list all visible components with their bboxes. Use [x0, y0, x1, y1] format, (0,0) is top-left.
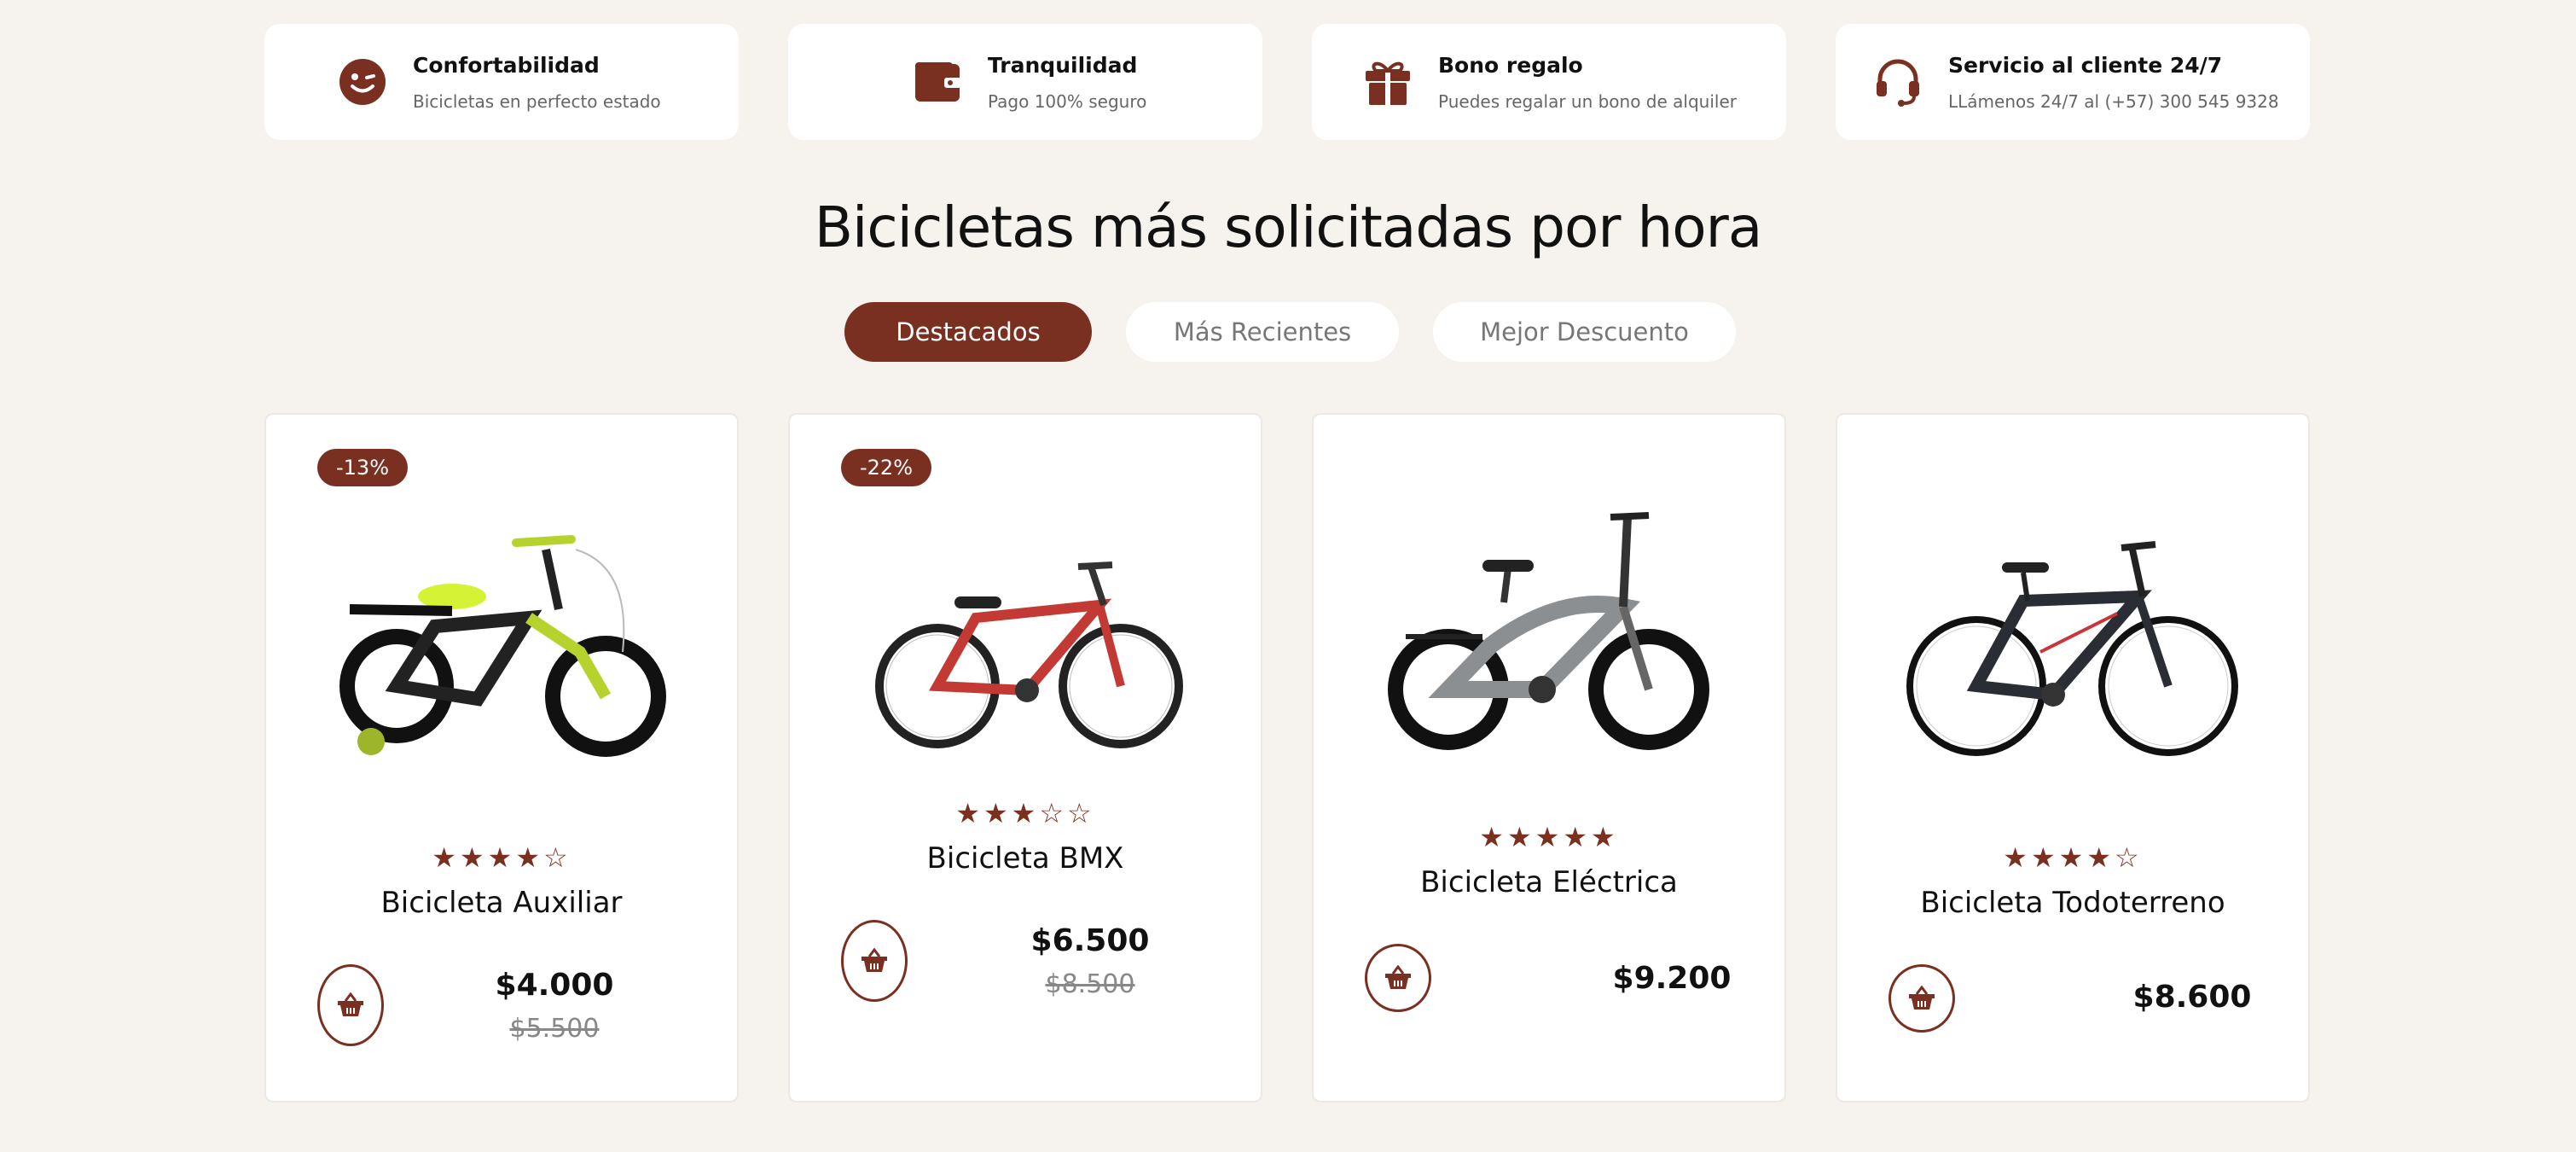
product-price: $4.000: [495, 968, 614, 1003]
feature-subtitle: Puedes regalar un bono de alquiler: [1438, 90, 1737, 112]
feature-title: Tranquilidad: [988, 52, 1138, 78]
feature-subtitle: Bicicletas en perfecto estado: [413, 90, 661, 112]
add-to-cart-button[interactable]: [317, 964, 384, 1046]
filter-tabs: Destacados Más Recientes Mejor Descuento: [844, 302, 1736, 362]
product-grid: -13% ★★★★☆ Bicicleta Auxiliar $4.000 $5.…: [264, 413, 2310, 1103]
basket-icon: [1909, 986, 1935, 1009]
feature-card: Confortabilidad Bicicletas en perfecto e…: [264, 24, 739, 140]
product-card[interactable]: -22% ★★★☆☆ Bicicleta BMX $6.500 $8.500: [788, 413, 1262, 1103]
product-image[interactable]: [1380, 500, 1721, 773]
headset-icon: [1871, 55, 1924, 108]
feature-card: Bono regalo Puedes regalar un bono de al…: [1312, 24, 1786, 140]
feature-card: Servicio al cliente 24/7 LLámenos 24/7 a…: [1836, 24, 2310, 140]
product-price: $8.600: [2132, 980, 2252, 1015]
features-bar: Confortabilidad Bicicletas en perfecto e…: [264, 24, 2310, 140]
feature-card: Tranquilidad Pago 100% seguro: [788, 24, 1262, 140]
product-price: $6.500: [1030, 923, 1150, 958]
product-old-price: $8.500: [1045, 969, 1135, 999]
product-name[interactable]: Bicicleta Todoterreno: [1837, 886, 2308, 920]
basket-icon: [862, 948, 887, 972]
discount-badge: -22%: [841, 449, 932, 486]
tab-mejor-descuento[interactable]: Mejor Descuento: [1433, 302, 1736, 362]
feature-subtitle: Pago 100% seguro: [988, 90, 1147, 112]
basket-icon: [338, 992, 363, 1016]
product-old-price: $5.500: [509, 1014, 600, 1044]
tab-mas-recientes[interactable]: Más Recientes: [1126, 302, 1399, 362]
rating-stars: ★★★★★: [1479, 821, 1619, 853]
wallet-icon: [911, 55, 964, 108]
product-image[interactable]: [1904, 515, 2245, 788]
feature-title: Confortabilidad: [413, 52, 600, 78]
smiley-wink-icon: [336, 55, 389, 108]
product-name[interactable]: Bicicleta Eléctrica: [1314, 865, 1784, 899]
product-name[interactable]: Bicicleta BMX: [790, 841, 1261, 876]
rating-stars: ★★★★☆: [432, 841, 571, 874]
feature-subtitle: LLámenos 24/7 al (+57) 300 545 9328: [1948, 90, 2279, 112]
section-title: Bicicletas más solicitadas por hora: [814, 195, 1763, 260]
discount-badge: -13%: [317, 449, 409, 486]
gift-icon: [1361, 55, 1414, 108]
basket-icon: [1385, 965, 1411, 989]
rating-stars: ★★★☆☆: [955, 797, 1095, 829]
product-image[interactable]: [856, 515, 1198, 788]
product-card[interactable]: ★★★★☆ Bicicleta Todoterreno $8.600: [1836, 413, 2310, 1103]
rating-stars: ★★★★☆: [2003, 841, 2143, 874]
product-card[interactable]: ★★★★★ Bicicleta Eléctrica $9.200: [1312, 413, 1786, 1103]
product-image[interactable]: [333, 515, 674, 788]
add-to-cart-button[interactable]: [1888, 964, 1955, 1033]
tab-destacados[interactable]: Destacados: [844, 302, 1092, 362]
product-price: $9.200: [1612, 961, 1732, 996]
product-card[interactable]: -13% ★★★★☆ Bicicleta Auxiliar $4.000 $5.…: [264, 413, 739, 1103]
add-to-cart-button[interactable]: [1365, 944, 1431, 1012]
add-to-cart-button[interactable]: [841, 920, 908, 1002]
feature-title: Servicio al cliente 24/7: [1948, 52, 2223, 78]
product-name[interactable]: Bicicleta Auxiliar: [266, 886, 737, 920]
feature-title: Bono regalo: [1438, 52, 1583, 78]
